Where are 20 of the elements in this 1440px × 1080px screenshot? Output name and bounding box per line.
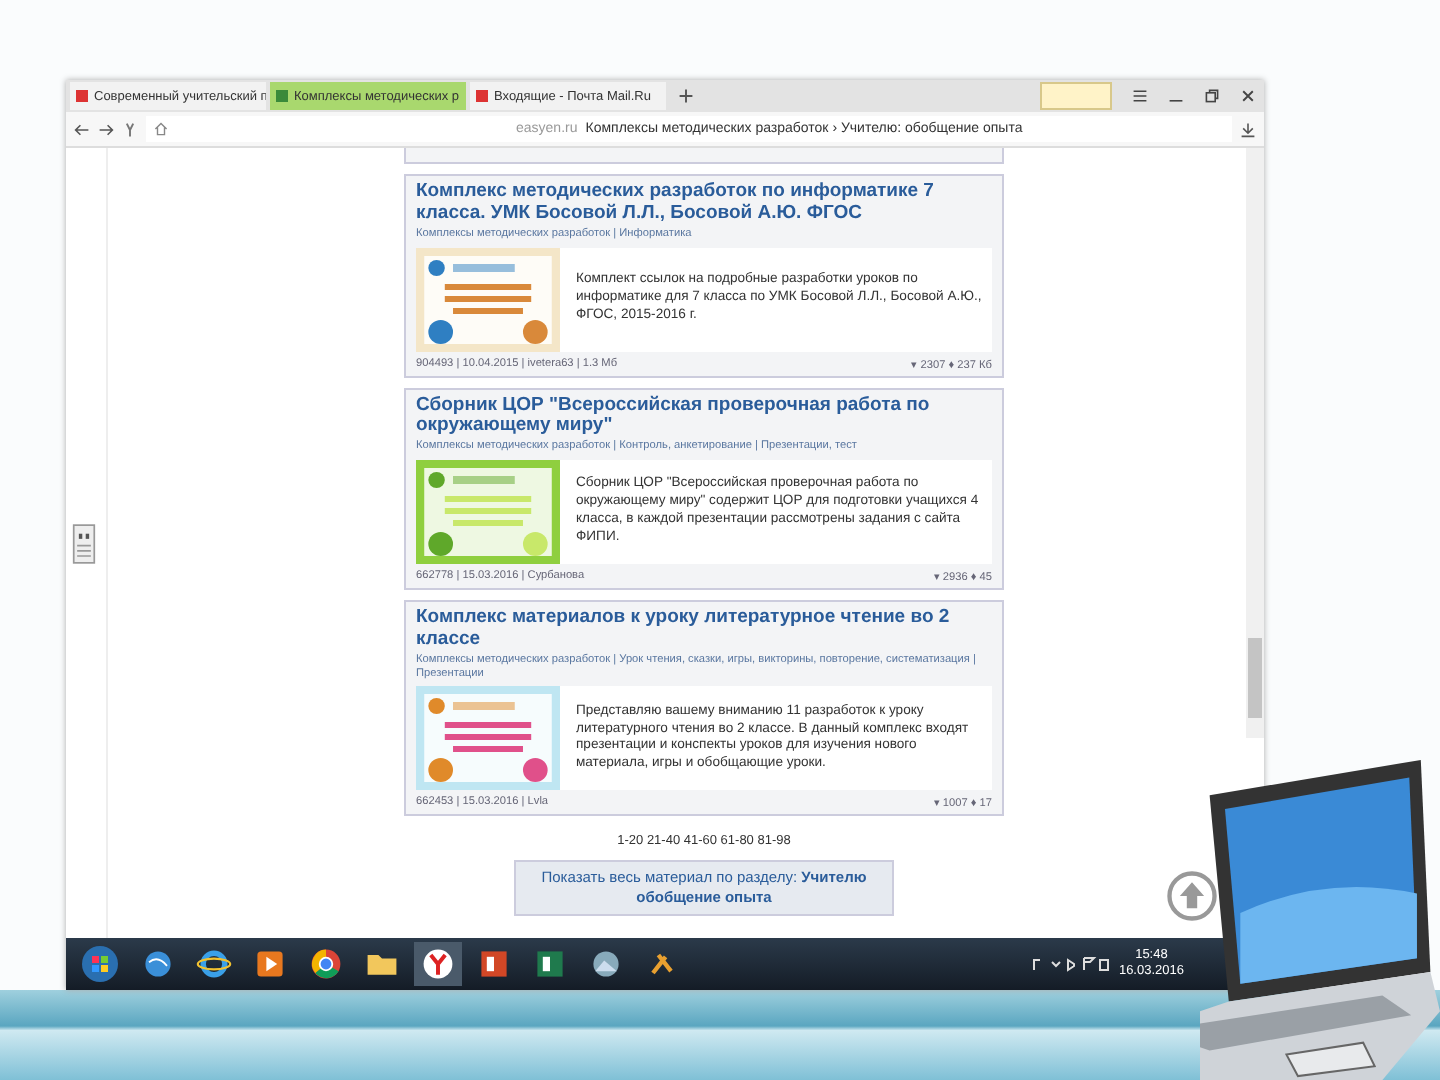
yandex-browser-icon[interactable] <box>414 942 462 986</box>
download-icon[interactable] <box>1240 121 1256 137</box>
material-title-link[interactable]: Сборник ЦОР "Всероссийская проверочная работа по окружающему миру" <box>416 395 992 439</box>
tray-icons[interactable] <box>1030 954 1111 974</box>
material-title-link[interactable]: Комплекс материалов к уроку литературное чтение во 2 классе <box>416 608 992 652</box>
restore-icon[interactable] <box>1204 88 1220 104</box>
close-icon[interactable] <box>1240 88 1256 104</box>
menu-icon[interactable] <box>1132 88 1148 104</box>
material-title-link[interactable]: Комплекс методических разработок по информатике 7 класса. УМК Босовой Л.Л., Босовой А.Ю. ФГОС <box>416 182 992 226</box>
page-icon[interactable] <box>72 521 96 565</box>
favicon-icon <box>76 90 88 102</box>
scroll-up-icon[interactable] <box>1166 870 1218 922</box>
new-tab-icon[interactable] <box>678 88 694 104</box>
home-icon <box>154 122 168 136</box>
favicon-icon <box>276 90 288 102</box>
back-icon[interactable] <box>74 121 90 137</box>
scrollbar[interactable] <box>1246 148 1264 738</box>
favicon-icon <box>476 90 488 102</box>
browser-logo-icon[interactable] <box>122 121 138 137</box>
forward-icon[interactable] <box>98 121 114 137</box>
